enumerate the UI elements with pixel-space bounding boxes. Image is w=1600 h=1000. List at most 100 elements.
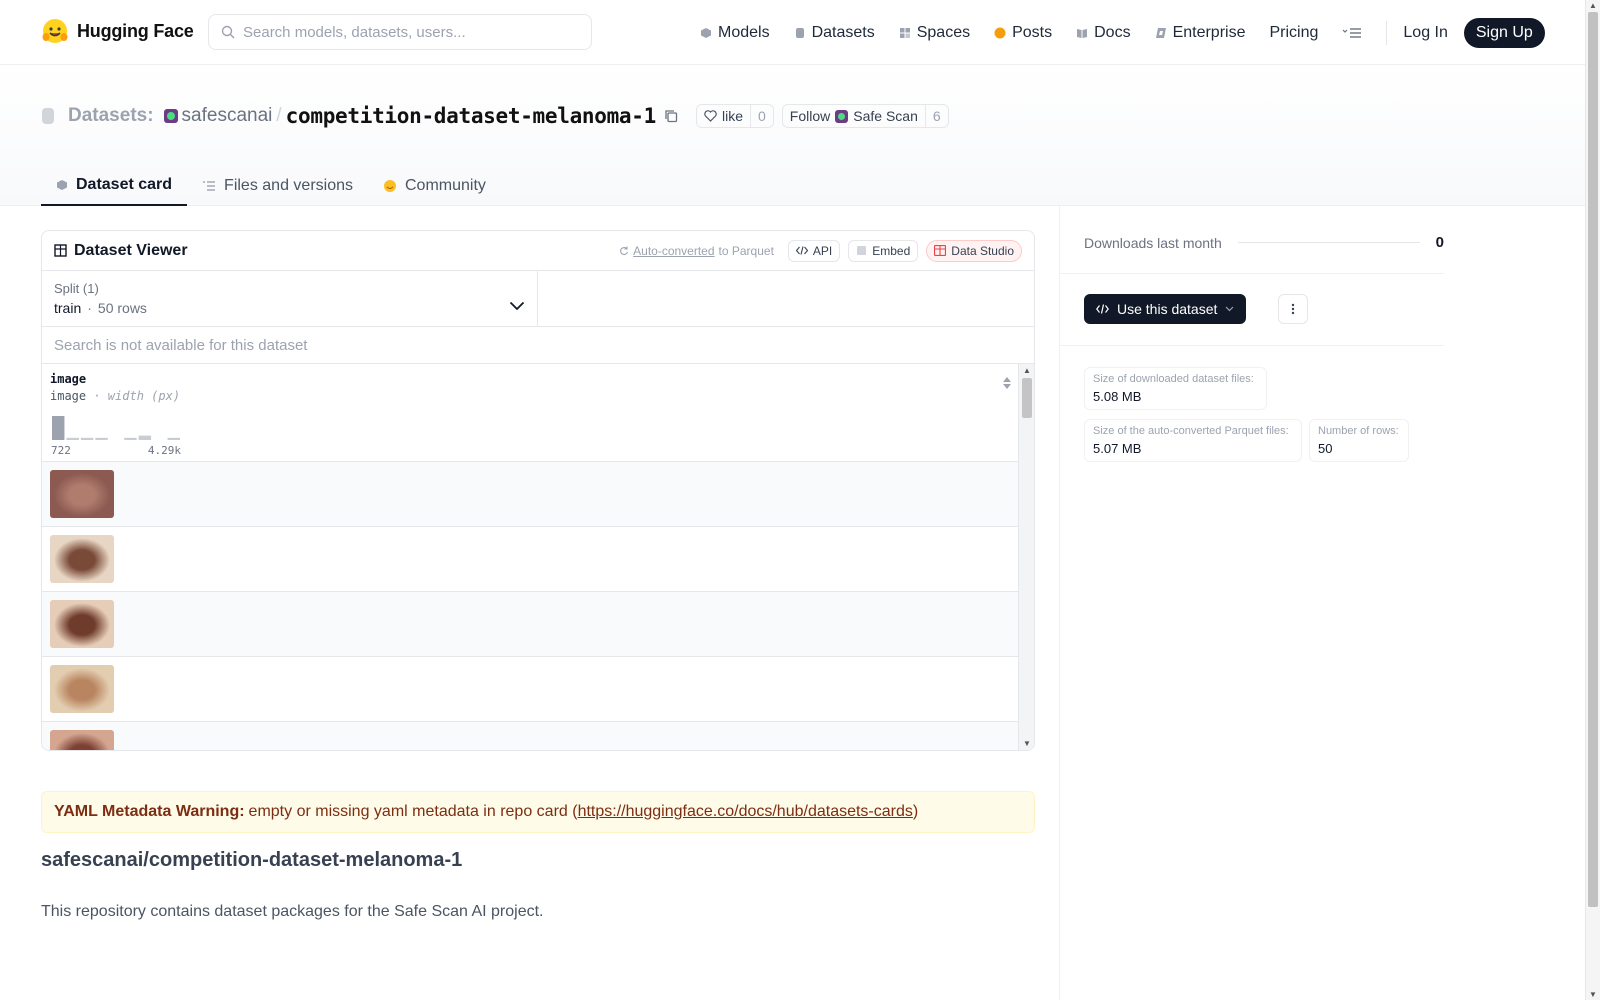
page-scroll-thumb[interactable] — [1588, 12, 1598, 907]
histogram-max-label: 4.29k — [147, 444, 181, 457]
owner-link[interactable]: safescanai — [182, 105, 273, 127]
nav-more-menu[interactable] — [1342, 27, 1362, 39]
stat-value: 5.07 MB — [1093, 441, 1142, 456]
sort-icon[interactable] — [1002, 376, 1012, 390]
copy-icon[interactable] — [664, 109, 678, 123]
sidebar-divider — [1060, 273, 1444, 274]
warning-label: YAML Metadata Warning: — [54, 803, 245, 820]
api-button[interactable]: API — [787, 239, 841, 262]
repo-name-link[interactable]: competition-dataset-melanoma-1 — [286, 104, 657, 128]
api-label: API — [812, 243, 833, 258]
histogram-min-label: 722 — [51, 444, 71, 457]
dataset-viewer: Dataset Viewer Auto-converted to Parquet… — [41, 230, 1035, 751]
heart-icon — [704, 110, 717, 122]
column-type-name: image — [50, 389, 87, 403]
scroll-up-arrow-icon[interactable]: ▲ — [1023, 366, 1031, 375]
histogram-bar[interactable] — [138, 435, 152, 440]
page-scroll-up-icon[interactable]: ▲ — [1589, 1, 1597, 10]
table-row[interactable] — [42, 657, 1020, 722]
viewer-title: Dataset Viewer — [54, 242, 188, 260]
table-icon — [54, 244, 67, 257]
table-scrollbar[interactable]: ▲ ▼ — [1018, 364, 1034, 750]
login-link[interactable]: Log In — [1403, 24, 1447, 42]
follow-button[interactable]: Follow Safe Scan 6 — [781, 104, 949, 128]
like-button[interactable]: like 0 — [695, 104, 774, 128]
column-type-detail: · width (px) — [93, 389, 181, 403]
downloads-sparkline — [1237, 242, 1420, 243]
nav-docs[interactable]: Docs — [1076, 24, 1131, 42]
nav-spaces[interactable]: Spaces — [899, 24, 970, 42]
image-thumbnail[interactable] — [50, 665, 114, 713]
community-bubble-icon — [384, 179, 396, 192]
histogram-bar[interactable] — [66, 437, 79, 440]
image-thumbnail[interactable] — [50, 535, 114, 583]
histogram-bar[interactable] — [167, 437, 180, 440]
column-name: image — [50, 372, 87, 386]
nav-posts[interactable]: Posts — [994, 24, 1052, 42]
split-row: Split (1) train · 50 rows — [42, 271, 1034, 327]
table-row[interactable] — [42, 527, 1020, 592]
search-box[interactable] — [208, 14, 592, 50]
image-thumbnail[interactable] — [50, 470, 114, 518]
brand-link[interactable]: Hugging Face — [41, 17, 194, 45]
page-scrollbar[interactable]: ▲ ▼ — [1585, 0, 1600, 1000]
downloads-value: 0 — [1435, 234, 1444, 251]
top-navbar: Hugging Face Models Datasets Spaces Post… — [0, 0, 1585, 65]
follow-label: Follow — [789, 108, 831, 124]
files-list-icon — [203, 180, 216, 191]
tab-community-label: Community — [405, 176, 486, 194]
stat-label: Size of the auto-converted Parquet files… — [1093, 425, 1289, 437]
split-selector[interactable]: Split (1) train · 50 rows — [42, 271, 538, 326]
split-name: train — [54, 300, 82, 316]
table-row[interactable] — [42, 592, 1020, 657]
embed-label: Embed — [872, 243, 911, 258]
use-dataset-label: Use this dataset — [1117, 301, 1218, 317]
tab-community[interactable]: Community — [368, 165, 501, 206]
downloads-row: Downloads last month 0 — [1084, 234, 1444, 251]
nav-spaces-label: Spaces — [916, 24, 971, 41]
embed-button[interactable]: Embed — [848, 239, 919, 262]
table-row[interactable] — [42, 462, 1020, 527]
split-label: Split (1) — [54, 281, 99, 296]
nav-models[interactable]: Models — [700, 24, 770, 42]
tab-files-and-versions[interactable]: Files and versions — [187, 165, 368, 206]
histogram-bar[interactable] — [124, 437, 137, 440]
histogram-bar[interactable] — [80, 437, 94, 440]
auto-converted-note: Auto-converted to Parquet — [619, 244, 774, 258]
width-histogram[interactable] — [51, 414, 181, 440]
table-row[interactable] — [42, 722, 1020, 750]
yaml-metadata-warning: YAML Metadata Warning: empty or missing … — [41, 791, 1035, 833]
nav-pricing[interactable]: Pricing — [1269, 24, 1318, 42]
viewer-title-text: Dataset Viewer — [74, 241, 188, 259]
dataset-cards-docs-link[interactable]: https://huggingface.co/docs/hub/datasets… — [578, 803, 913, 821]
dataset-icon — [42, 108, 54, 124]
viewer-actions: Auto-converted to Parquet API Embed Data… — [619, 239, 1022, 262]
auto-converted-link[interactable]: Auto-converted — [633, 244, 714, 258]
stat-label: Number of rows: — [1318, 425, 1399, 437]
use-this-dataset-button[interactable]: Use this dataset — [1084, 294, 1247, 324]
signup-button[interactable]: Sign Up — [1463, 18, 1545, 48]
scroll-down-arrow-icon[interactable]: ▼ — [1023, 739, 1031, 748]
data-table: image image · width (px) 722 4.29k ▲ ▼ — [42, 364, 1034, 750]
chevron-down-icon — [1225, 306, 1234, 312]
warning-close-paren: ) — [912, 803, 919, 820]
enterprise-icon — [1155, 28, 1166, 38]
image-thumbnail[interactable] — [50, 730, 114, 750]
nav-posts-label: Posts — [1012, 24, 1053, 41]
more-options-button[interactable] — [1278, 294, 1308, 324]
column-header-image[interactable]: image image · width (px) 722 4.29k — [42, 364, 1020, 462]
stat-download-size: Size of downloaded dataset files: 5.08 M… — [1084, 367, 1267, 410]
data-studio-button[interactable]: Data Studio — [926, 239, 1022, 262]
histogram-bar[interactable] — [52, 416, 65, 440]
like-label: like — [721, 108, 743, 124]
search-input[interactable] — [243, 23, 573, 41]
follow-count: 6 — [924, 105, 948, 127]
image-thumbnail[interactable] — [50, 600, 114, 648]
page-scroll-down-icon[interactable]: ▼ — [1589, 990, 1597, 999]
table-scroll-thumb[interactable] — [1022, 378, 1032, 418]
nav-enterprise[interactable]: Enterprise — [1155, 24, 1245, 42]
nav-datasets[interactable]: Datasets — [794, 24, 875, 42]
histogram-bar[interactable] — [95, 437, 108, 440]
split-separator: · — [87, 300, 92, 316]
tab-dataset-card[interactable]: Dataset card — [41, 165, 188, 206]
